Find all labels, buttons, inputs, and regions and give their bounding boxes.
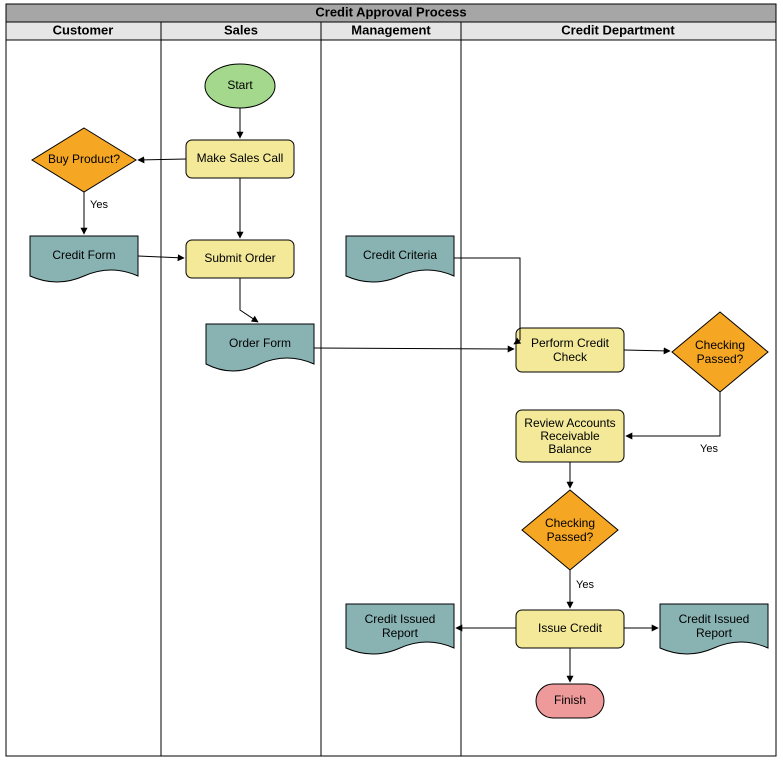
perform-credit-check-label2: Check [553, 350, 588, 364]
checking-passed-2-label1: Checking [545, 516, 595, 530]
credit-issued-report-cd-label2: Report [696, 626, 733, 640]
credit-issued-report-cd-label1: Credit Issued [679, 612, 750, 626]
credit-criteria-label: Credit Criteria [363, 248, 437, 262]
edge-label-yes1: Yes [90, 199, 108, 211]
perform-credit-check-label1: Perform Credit [531, 336, 610, 350]
buy-product-label: Buy Product? [48, 152, 120, 166]
finish-label: Finish [554, 693, 586, 707]
lane-body-credit-dept [461, 40, 776, 756]
checking-passed-1-label2: Passed? [697, 352, 744, 366]
order-form-label: Order Form [229, 336, 291, 350]
review-ar-label1: Review Accounts [524, 416, 615, 430]
start-label: Start [227, 78, 253, 92]
issue-credit-label: Issue Credit [538, 621, 603, 635]
submit-order-label: Submit Order [204, 251, 275, 265]
flowchart-canvas: Credit Approval Process Customer Sales M… [0, 0, 783, 763]
diagram-title: Credit Approval Process [315, 4, 466, 19]
checking-passed-2-label2: Passed? [547, 530, 594, 544]
review-ar-label3: Balance [548, 442, 592, 456]
credit-form-label: Credit Form [52, 248, 115, 262]
lane-label-credit-dept: Credit Department [561, 22, 675, 37]
credit-issued-report-mgmt-label2: Report [382, 626, 419, 640]
make-sales-call-label: Make Sales Call [197, 151, 284, 165]
lane-label-sales: Sales [224, 22, 258, 37]
credit-issued-report-mgmt-label1: Credit Issued [365, 612, 436, 626]
edge-label-yes3: Yes [576, 579, 594, 591]
review-ar-label2: Receivable [540, 429, 600, 443]
lane-label-management: Management [351, 22, 431, 37]
edge-label-yes2: Yes [700, 443, 718, 455]
checking-passed-1-label1: Checking [695, 338, 745, 352]
lane-label-customer: Customer [53, 22, 114, 37]
